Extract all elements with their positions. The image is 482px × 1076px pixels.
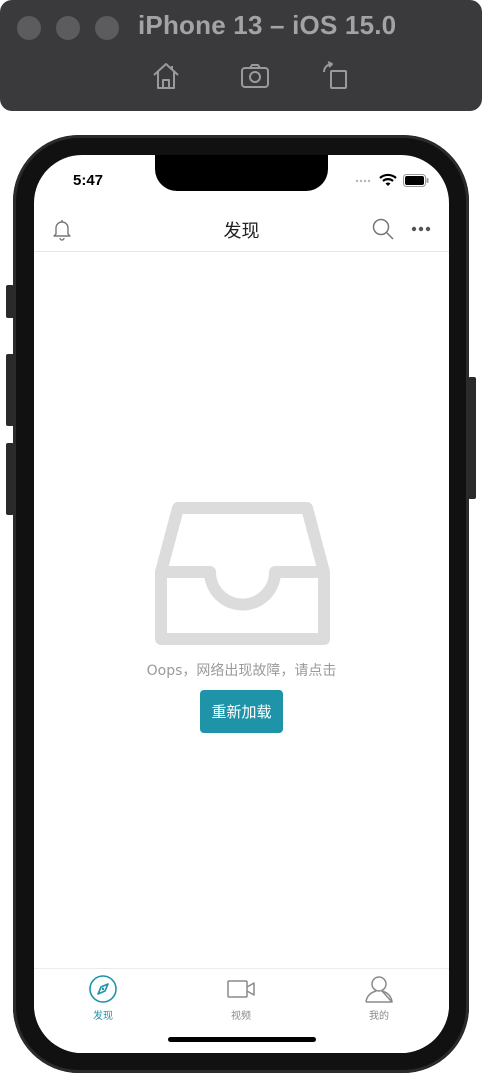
more-icon[interactable] [409, 217, 433, 241]
empty-inbox-icon [154, 500, 331, 648]
rotate-icon[interactable] [319, 60, 351, 92]
close-window-button[interactable] [17, 16, 41, 40]
status-time: 5:47 [73, 172, 104, 189]
notch [155, 155, 328, 191]
error-message: Oops，网络出现故障，请点击 [146, 663, 337, 679]
tab-discover-label: 发现 [93, 1011, 113, 1022]
tab-video[interactable]: 视频 [196, 969, 286, 1029]
minimize-window-button[interactable] [56, 16, 80, 40]
reload-button[interactable]: 重新加载 [200, 690, 283, 733]
simulator-title: iPhone 13 – iOS 15.0 [138, 10, 397, 40]
zoom-window-button[interactable] [95, 16, 119, 40]
user-icon [365, 976, 393, 1003]
tab-me-label: 我的 [369, 1011, 389, 1022]
compass-icon [89, 975, 117, 1003]
phone-screen: 5:47 发现 Oops，网络出现故障，请点击 重新加载 发现 视频 我的 [34, 155, 449, 1053]
screenshot-icon[interactable] [239, 60, 271, 92]
wifi-icon [379, 173, 397, 186]
tab-video-label: 视频 [231, 1011, 251, 1022]
search-icon[interactable] [371, 217, 395, 241]
tab-me[interactable]: 我的 [334, 969, 424, 1029]
signal-icon [355, 179, 371, 183]
status-icons [355, 173, 429, 187]
home-indicator [168, 1037, 316, 1042]
volume-up-button [6, 354, 14, 426]
video-icon [227, 980, 255, 998]
volume-down-button [6, 443, 14, 515]
ringer-switch [6, 285, 14, 318]
power-button [468, 377, 476, 499]
navigation-bar: 发现 [34, 207, 449, 252]
home-icon[interactable] [150, 60, 182, 92]
battery-icon [403, 173, 429, 187]
simulator-toolbar: iPhone 13 – iOS 15.0 [0, 0, 482, 111]
tab-discover[interactable]: 发现 [58, 969, 148, 1029]
